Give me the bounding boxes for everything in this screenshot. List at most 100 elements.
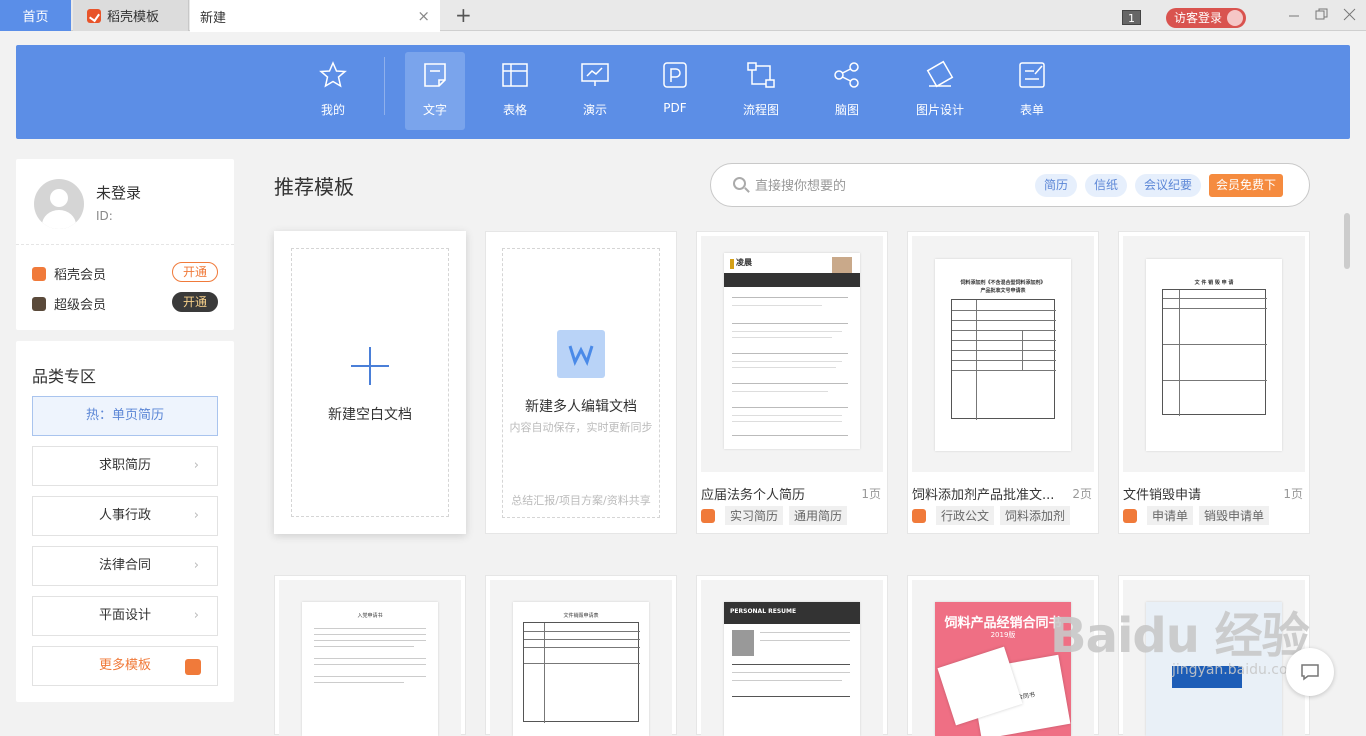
- tab-home[interactable]: 首页: [0, 0, 71, 31]
- ribbon-label: 流程图: [742, 103, 779, 117]
- avatar[interactable]: [34, 179, 84, 229]
- template-card[interactable]: 凌晨 应届法务个人简历 1页 实习简历 通用简历: [696, 231, 888, 534]
- plus-icon: [351, 347, 389, 385]
- category-label: 求职简历: [98, 458, 151, 473]
- close-tab-icon[interactable]: ×: [417, 7, 430, 25]
- minimize-icon[interactable]: [1288, 10, 1300, 22]
- category-hr-admin[interactable]: 人事行政 ›: [32, 496, 218, 536]
- ribbon-writer[interactable]: 文字: [405, 52, 465, 130]
- ribbon-pdf[interactable]: PDF: [645, 52, 705, 130]
- template-page-count: 2页: [1072, 487, 1092, 501]
- ribbon-mindmap[interactable]: 脑图: [817, 52, 877, 130]
- template-search: 简历 信纸 会议纪要 会员免费下: [710, 163, 1310, 207]
- category-panel: 品类专区 热：单页简历 求职简历 › 人事行政 › 法律合同 › 平面设计 › 更多模板: [16, 341, 234, 702]
- daoke-logo-icon: [701, 508, 715, 523]
- ribbon-form[interactable]: 表单: [1002, 52, 1062, 130]
- search-chip-resume[interactable]: 简历: [1035, 174, 1077, 197]
- template-card[interactable]: 饲料添加剂《不含混合型饲料添加剂》 产品批准文号申请表 饲料添加剂产品批准文..…: [907, 231, 1099, 534]
- category-job-resume[interactable]: 求职简历 ›: [32, 446, 218, 486]
- form-title: 文 件 销 毁 申 请: [1194, 280, 1234, 286]
- template-tag[interactable]: 通用简历: [789, 506, 848, 525]
- pdf-icon: [663, 62, 687, 88]
- category-legal-contract[interactable]: 法律合同 ›: [32, 546, 218, 586]
- template-tag[interactable]: 销毁申请单: [1199, 506, 1270, 525]
- template-tag[interactable]: 饲料添加剂: [1000, 506, 1071, 525]
- resume-header-bar: PERSONAL RESUME: [724, 602, 860, 624]
- ribbon-presentation[interactable]: 演示: [565, 52, 625, 130]
- category-label: 法律合同: [98, 558, 151, 573]
- new-collab-document-card[interactable]: 新建多人编辑文档 内容自动保存，实时更新同步 总结汇报/项目方案/资料共享: [485, 231, 677, 534]
- search-chip-letter[interactable]: 信纸: [1085, 174, 1127, 197]
- star-icon: [319, 61, 347, 88]
- template-tags: 行政公文 饲料添加剂: [912, 506, 1076, 525]
- vip-free-download-button[interactable]: 会员免费下: [1209, 174, 1283, 197]
- template-thumbnail: 文 件 销 毁 申 请: [1123, 236, 1305, 472]
- scrollbar-thumb[interactable]: [1344, 213, 1350, 269]
- template-tag[interactable]: 行政公文: [936, 506, 995, 525]
- template-card[interactable]: 文 件 销 毁 申 请 文件销毁申请 1页 申请单 销毁申请单: [1118, 231, 1310, 534]
- user-panel: 未登录 ID: 稻壳会员 开通 超级会员 开通: [16, 159, 234, 330]
- ribbon-label: 我的: [320, 103, 345, 117]
- open-daoke-member-button[interactable]: 开通: [172, 262, 218, 282]
- new-tab-button[interactable]: +: [455, 3, 472, 27]
- guest-login-label: 访客登录: [1174, 11, 1223, 25]
- new-blank-document-card[interactable]: 新建空白文档: [274, 231, 466, 534]
- template-tag[interactable]: 申请单: [1147, 506, 1194, 525]
- more-templates-button[interactable]: 更多模板: [32, 646, 218, 686]
- resume-contact-bar: [724, 273, 860, 287]
- template-card[interactable]: 入党申请书: [274, 575, 466, 736]
- ribbon-spreadsheet[interactable]: 表格: [485, 52, 545, 130]
- template-card[interactable]: PERSONAL RESUME: [696, 575, 888, 736]
- collab-subtitle: 内容自动保存，实时更新同步: [509, 421, 653, 434]
- doc-title: 入党申请书: [357, 613, 383, 619]
- guest-login-button[interactable]: 访客登录: [1166, 8, 1246, 28]
- daoke-logo-icon: [1123, 508, 1137, 523]
- membership-label: 超级会员: [54, 298, 107, 313]
- search-icon[interactable]: [733, 177, 746, 190]
- open-super-member-button[interactable]: 开通: [172, 292, 218, 312]
- template-thumbnail: 入党申请书: [279, 580, 461, 736]
- baidu-watermark-url: jingyan.baidu.com: [1172, 662, 1302, 678]
- chat-feedback-button[interactable]: [1286, 648, 1334, 696]
- personal-resume-page: PERSONAL RESUME: [724, 602, 860, 736]
- destroy-table-page: 文件销毁申请表: [513, 602, 649, 736]
- chevron-right-icon: ›: [193, 608, 199, 623]
- template-tags: 申请单 销毁申请单: [1123, 506, 1275, 525]
- photo: [732, 630, 754, 656]
- category-label: 平面设计: [98, 608, 151, 623]
- chevron-right-icon: ›: [193, 508, 199, 523]
- daoke-logo-icon: [87, 8, 101, 23]
- restore-icon[interactable]: [1315, 8, 1328, 21]
- window-count-badge[interactable]: 1: [1122, 10, 1141, 25]
- collab-footer: 总结汇报/项目方案/资料共享: [511, 494, 651, 507]
- template-title: 饲料添加剂产品批准文...: [912, 488, 1055, 503]
- dashed-frame: [502, 248, 660, 518]
- destroy-form-page: 文 件 销 毁 申 请: [1146, 259, 1282, 451]
- new-blank-label: 新建空白文档: [328, 407, 412, 423]
- search-input[interactable]: [755, 175, 1025, 197]
- username[interactable]: 未登录: [96, 182, 141, 203]
- ribbon-label: 图片设计: [915, 103, 964, 117]
- template-thumbnail: 饲料添加剂《不含混合型饲料添加剂》 产品批准文号申请表: [912, 236, 1094, 472]
- ribbon-flowchart[interactable]: 流程图: [731, 52, 791, 130]
- chevron-right-icon: ›: [193, 558, 199, 573]
- ribbon-divider: [384, 57, 385, 115]
- super-member-icon: [32, 296, 46, 311]
- ribbon-image-design[interactable]: 图片设计: [910, 52, 970, 130]
- form-grid: [1162, 289, 1267, 416]
- category-hot-single-resume[interactable]: 热：单页简历: [32, 396, 218, 436]
- ribbon-mine[interactable]: 我的: [303, 52, 363, 130]
- close-window-icon[interactable]: [1343, 8, 1356, 21]
- tab-new-label: 新建: [200, 10, 227, 26]
- template-card[interactable]: 文件销毁申请表: [485, 575, 677, 736]
- application-letter-page: 入党申请书: [302, 602, 438, 736]
- tab-daoke-templates[interactable]: 稻壳模板: [73, 0, 189, 31]
- search-chip-minutes[interactable]: 会议纪要: [1135, 174, 1201, 197]
- category-graphic-design[interactable]: 平面设计 ›: [32, 596, 218, 636]
- template-tag[interactable]: 实习简历: [725, 506, 784, 525]
- template-page-count: 1页: [861, 487, 881, 501]
- ribbon-label: 演示: [582, 103, 607, 117]
- accent-bar: [730, 259, 734, 269]
- tab-new[interactable]: 新建 ×: [190, 0, 440, 32]
- tab-bar: 首页 稻壳模板 新建 × + 1 访客登录: [0, 0, 1366, 32]
